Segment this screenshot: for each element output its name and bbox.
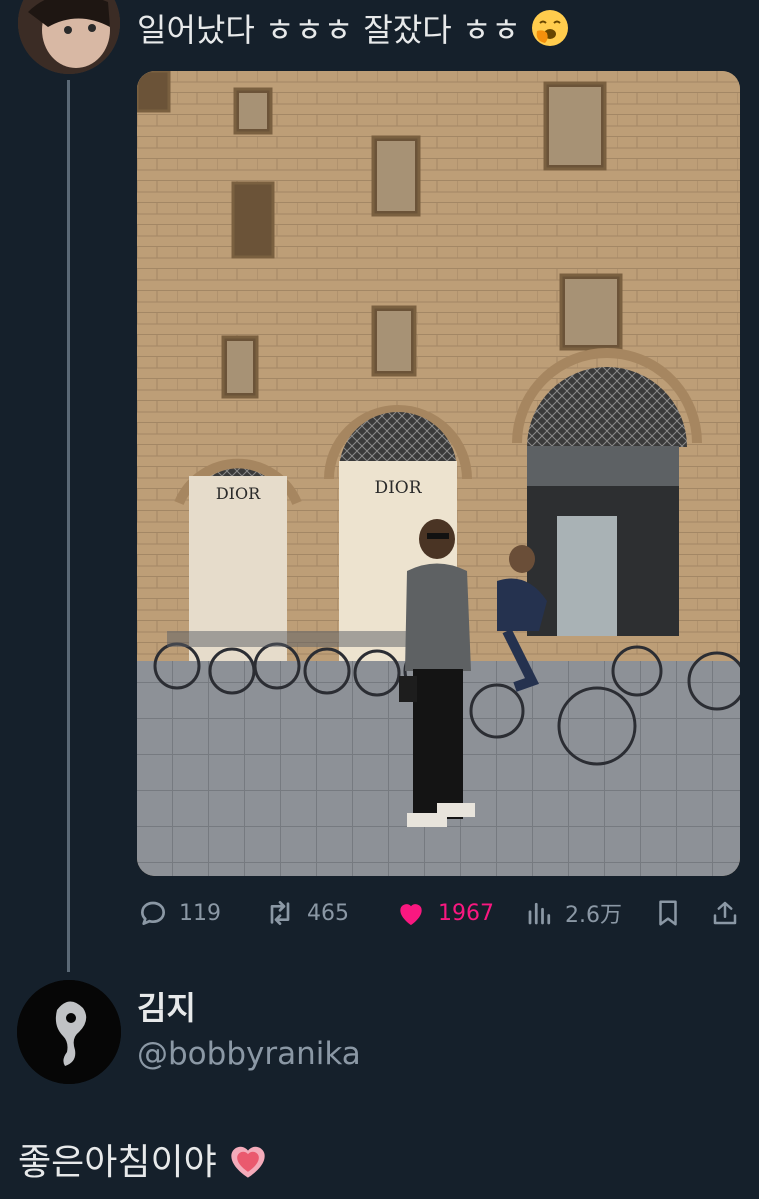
retweet-icon (270, 901, 290, 925)
reply-author-handle[interactable]: @bobbyranika (137, 1032, 361, 1076)
reply-author-name[interactable]: 김지 (137, 986, 196, 1030)
street-photo-image: DIOR DIOR (137, 71, 740, 876)
thread-connector-line (67, 80, 70, 972)
tweet-text: 일어났다 ㅎㅎㅎ 잘잤다 ㅎㅎ (137, 8, 569, 58)
author-avatar[interactable] (18, 0, 120, 74)
reply-button[interactable]: 119 (137, 890, 221, 936)
heart-icon (400, 904, 422, 925)
bookmark-button[interactable] (653, 890, 683, 936)
reply-icon (141, 901, 165, 925)
reply-author-avatar[interactable] (17, 980, 121, 1084)
reply-avatar-image (17, 980, 121, 1084)
tweet-photo[interactable]: DIOR DIOR (137, 71, 740, 876)
growing-heart-emoji-icon (228, 1142, 268, 1194)
views-button[interactable]: 2.6万 (525, 890, 622, 936)
retweet-button[interactable]: 465 (263, 890, 349, 936)
bookmark-icon (659, 900, 677, 926)
share-icon (713, 901, 737, 925)
dior-sign-left: DIOR (216, 484, 261, 503)
views-icon (528, 902, 551, 925)
reply-text-content: 좋은아침이야 (18, 1142, 217, 1183)
views-count: 2.6万 (565, 903, 622, 928)
tweet-text-content: 일어났다 ㅎㅎㅎ 잘잤다 ㅎㅎ (137, 11, 521, 49)
reply-text: 좋은아침이야 (18, 1138, 268, 1194)
retweet-count: 465 (307, 900, 349, 926)
like-count: 1967 (438, 900, 494, 926)
share-button[interactable] (710, 890, 740, 936)
yawning-face-emoji-icon (531, 9, 569, 58)
reply-count: 119 (179, 900, 221, 926)
like-button[interactable]: 1967 (394, 890, 494, 936)
author-avatar-image (18, 0, 120, 74)
dior-sign-center: DIOR (374, 478, 422, 498)
tweet-action-bar: 119 465 1967 2.6万 (137, 890, 740, 936)
